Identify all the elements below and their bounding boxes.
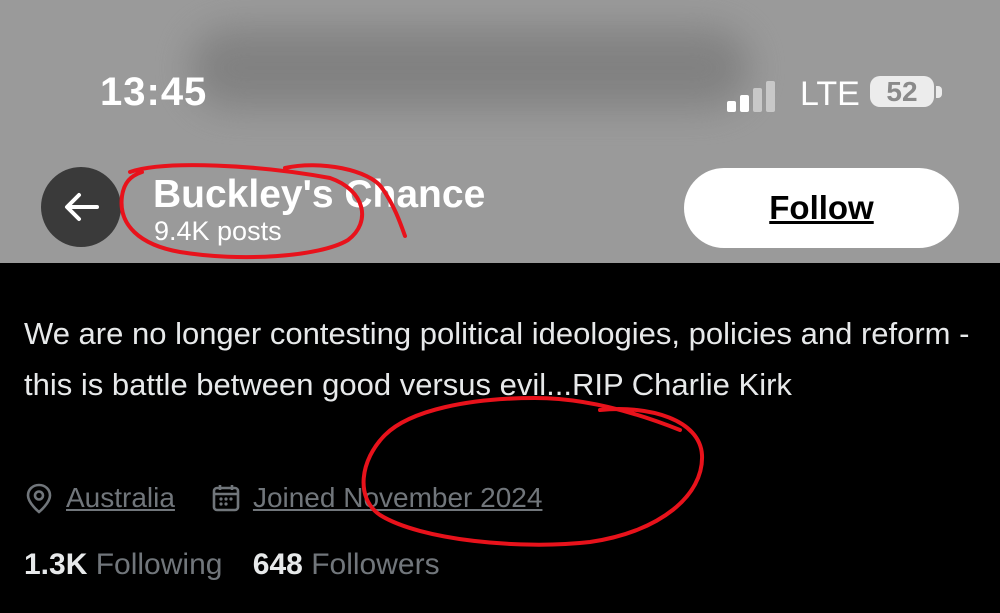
location-pin-icon: [26, 483, 52, 514]
status-time: 13:45: [100, 70, 208, 114]
blurred-region: [190, 28, 750, 108]
following-stat[interactable]: 1.3K Following: [24, 548, 222, 581]
post-count: 9.4K posts: [154, 216, 282, 246]
network-type: LTE: [800, 75, 860, 113]
battery-tip: [936, 86, 942, 98]
following-label: Following: [95, 548, 223, 581]
joined-date: Joined November 2024: [252, 482, 543, 513]
followers-stat[interactable]: 648 Followers: [253, 548, 440, 581]
location-item: Australia: [24, 482, 175, 514]
profile-name: Buckley's Chance: [153, 173, 486, 216]
battery-icon: 52: [870, 76, 934, 107]
followers-label: Followers: [311, 548, 440, 581]
profile-header: 13:45 LTE 52 Buckley's Chance 9.4K posts…: [0, 0, 1000, 263]
joined-item: Joined November 2024: [211, 482, 543, 514]
annotation-circle-joined: [361, 396, 705, 547]
back-button[interactable]: [41, 167, 121, 247]
signal-icon: [727, 80, 783, 112]
calendar-icon: [212, 485, 240, 512]
profile-stats: 1.3K Following 648 Followers: [24, 548, 462, 582]
follow-button[interactable]: Follow: [684, 168, 959, 248]
followers-count: 648: [252, 548, 303, 581]
location-link[interactable]: Australia: [66, 482, 175, 514]
arrow-left-icon: [65, 193, 99, 221]
profile-meta: Australia Joined November 2024: [24, 478, 578, 518]
following-count: 1.3K: [24, 548, 88, 581]
profile-bio: We are no longer contesting political id…: [24, 316, 970, 402]
battery-level: 52: [886, 76, 918, 107]
